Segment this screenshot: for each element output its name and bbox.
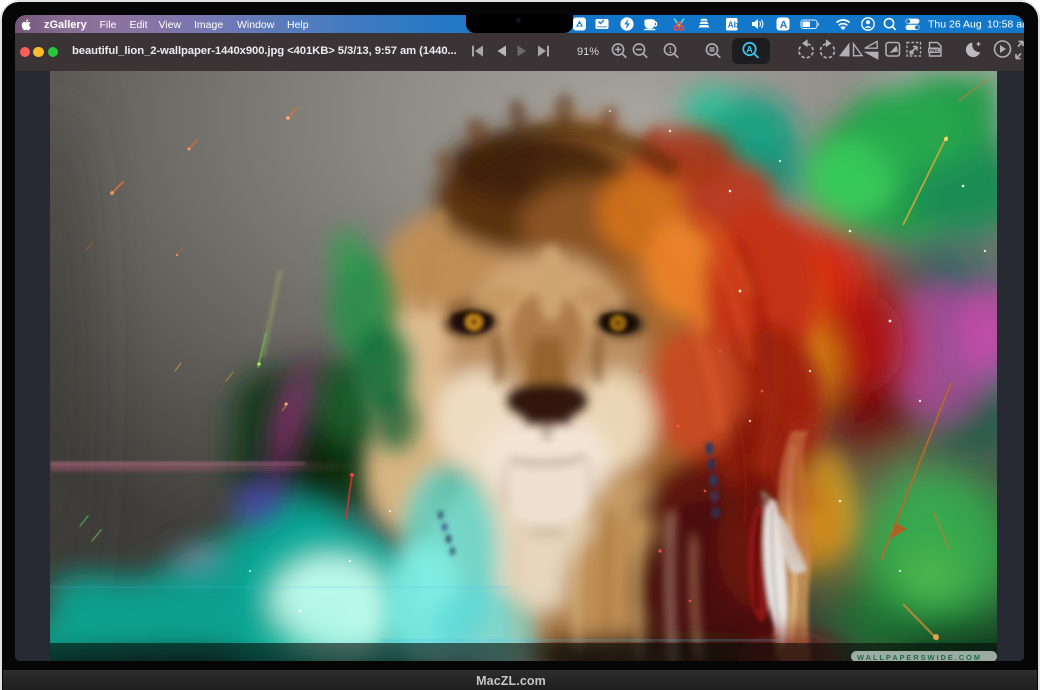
svg-text:1: 1 (668, 46, 673, 55)
svg-text:File: File (100, 19, 117, 31)
svg-text:Help: Help (287, 19, 309, 31)
svg-text:Image: Image (194, 19, 223, 31)
svg-text:View: View (159, 19, 182, 31)
svg-text:PNG: PNG (929, 48, 939, 53)
svg-text:Ab: Ab (728, 21, 739, 30)
svg-text:A: A (746, 45, 753, 55)
svg-text:10:58 am: 10:58 am (987, 19, 1024, 31)
svg-text:Edit: Edit (130, 19, 148, 31)
svg-text:A: A (780, 19, 788, 31)
svg-text:91%: 91% (577, 46, 599, 58)
svg-text:zGallery: zGallery (44, 19, 88, 31)
svg-text:Window: Window (237, 19, 275, 31)
svg-text:Thu 26 Aug: Thu 26 Aug (928, 19, 982, 31)
svg-text:WALLPAPERSWIDE.COM: WALLPAPERSWIDE.COM (857, 653, 982, 661)
